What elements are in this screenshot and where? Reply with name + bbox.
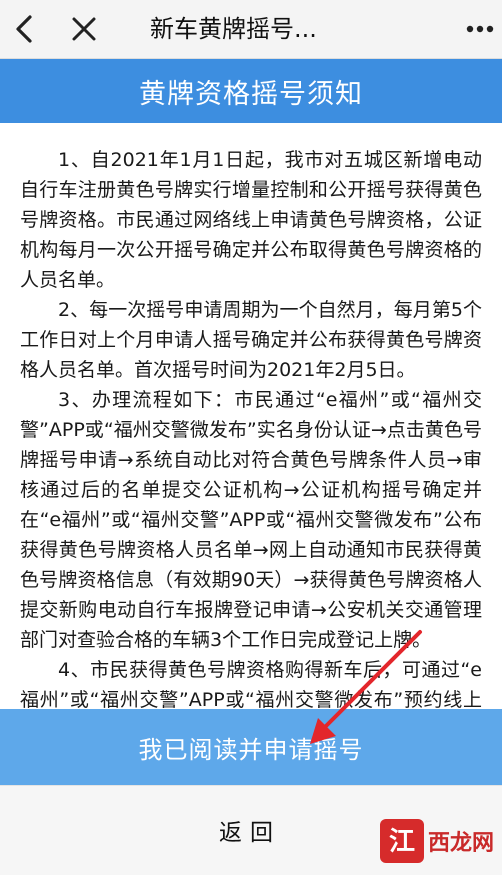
- watermark-text: 西龙网: [427, 831, 494, 856]
- chevron-left-icon: [16, 15, 32, 43]
- watermark-badge-glyph: 江: [389, 827, 415, 857]
- return-button[interactable]: 返回: [200, 808, 300, 852]
- close-button[interactable]: [64, 0, 104, 58]
- notice-paragraph-3: 3、办理流程如下：市民通过“e福州”或“福州交警”APP或“福州交警微发布”实名…: [20, 389, 482, 651]
- page-title: 新车黄牌摇号...: [150, 15, 317, 43]
- notice-paragraph-4: 4、市民获得黄色号牌资格购得新车后，可通过“e福州”或“福州交警”APP或“福州…: [20, 659, 482, 709]
- watermark-badge: 江: [379, 819, 424, 863]
- top-navigation-bar: 新车黄牌摇号...: [0, 0, 502, 59]
- notice-heading: 黄牌资格摇号须知: [139, 78, 363, 110]
- notice-paragraph-2: 2、每一次摇号申请周期为一个自然月，每月第5个工作日对上个月申请人摇号确定并公布…: [20, 299, 482, 381]
- notice-heading-banner: 黄牌资格摇号须知: [0, 59, 502, 123]
- watermark-badge-char: 江: [389, 827, 415, 857]
- watermark-logo: 江 西龙网: [379, 818, 494, 864]
- back-button[interactable]: [6, 0, 42, 58]
- close-icon: [72, 17, 96, 41]
- apply-lottery-label: 我已阅读并申请摇号: [138, 735, 364, 764]
- return-label: 返回: [219, 820, 281, 846]
- notice-content: 1、自2021年1月1日起，我市对五城区新增电动自行车注册黄色号牌实行增量控制和…: [0, 123, 502, 709]
- more-dots-icon: [466, 25, 494, 33]
- apply-lottery-button[interactable]: 我已阅读并申请摇号: [0, 709, 502, 785]
- more-button[interactable]: [462, 0, 498, 58]
- notice-paragraph-1: 1、自2021年1月1日起，我市对五城区新增电动自行车注册黄色号牌实行增量控制和…: [20, 149, 482, 291]
